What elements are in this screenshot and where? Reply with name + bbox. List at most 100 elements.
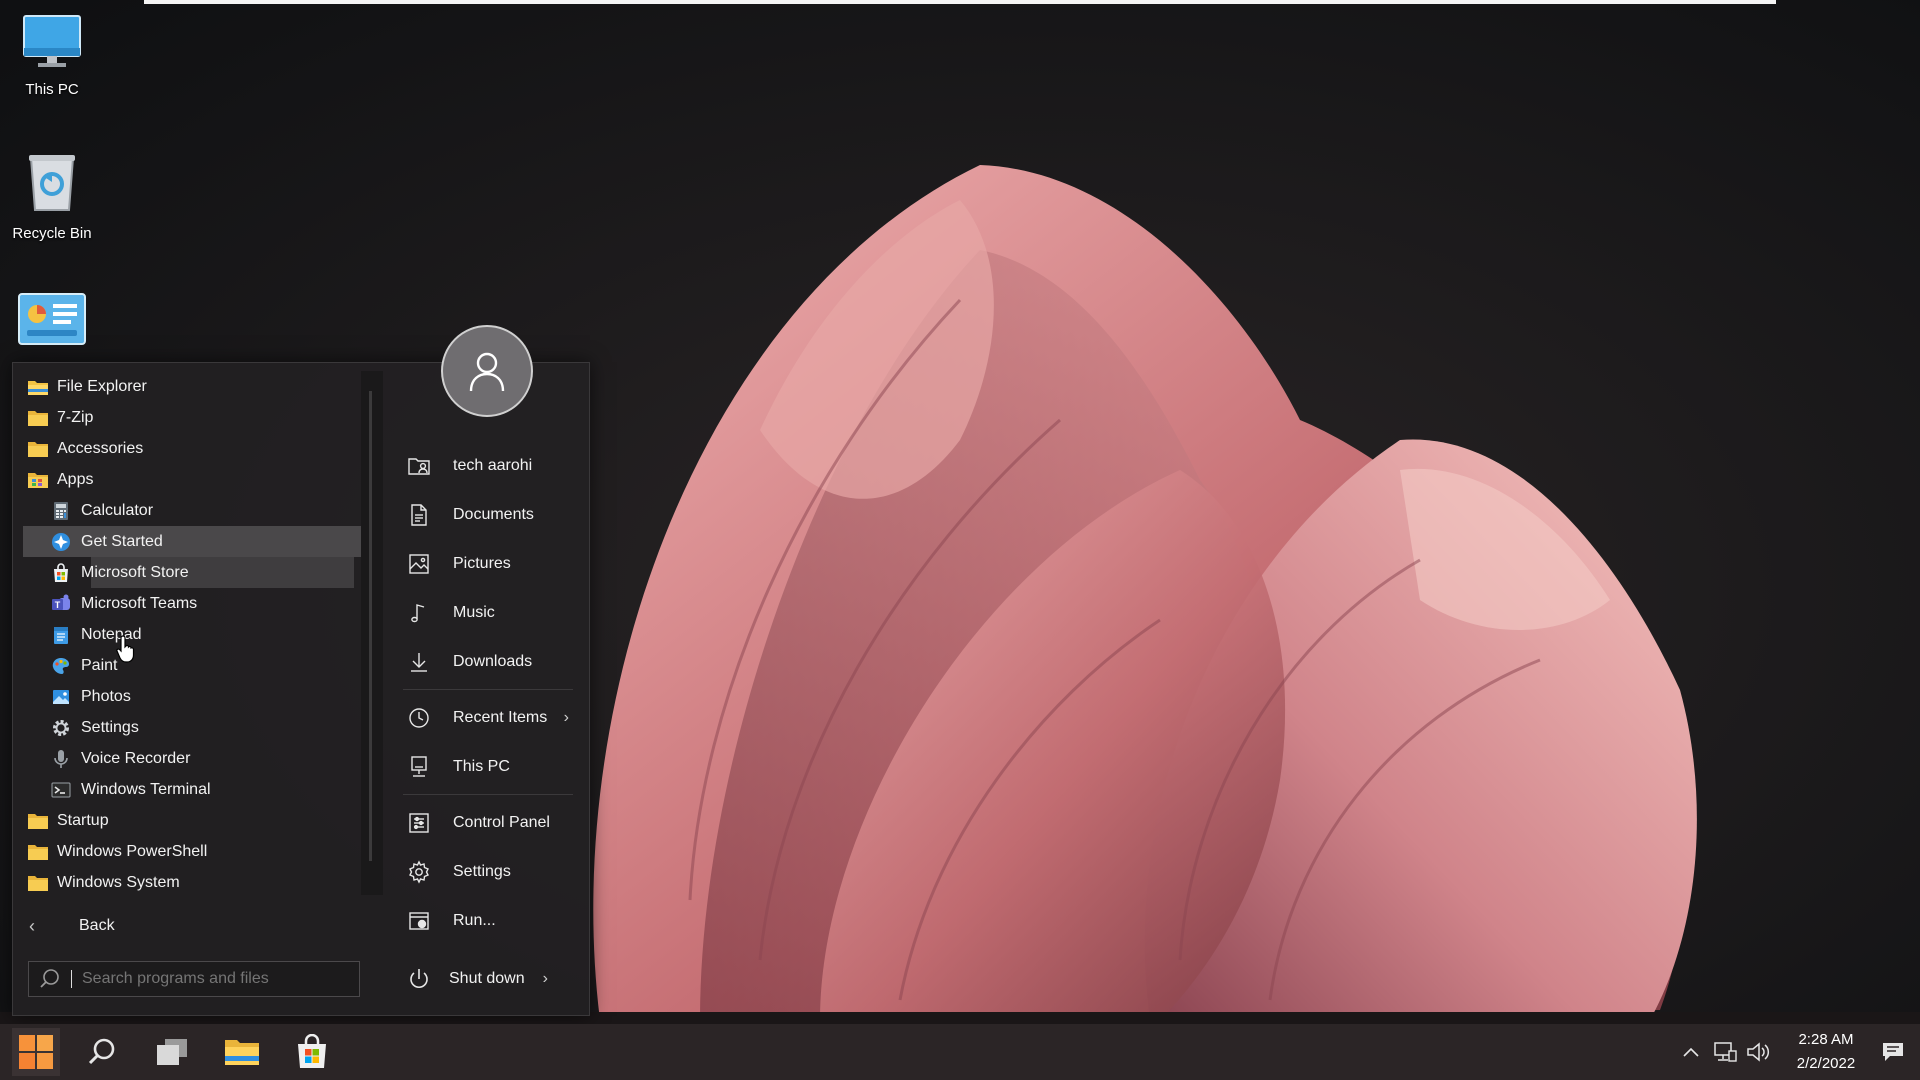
program-label: Settings xyxy=(81,718,139,736)
place-control-panel[interactable]: Control Panel xyxy=(393,798,583,847)
program-photos[interactable]: Photos xyxy=(13,681,358,712)
program-accessories-folder[interactable]: Accessories xyxy=(13,433,358,464)
taskbar: 2:28 AM 2/2/2022 xyxy=(0,1024,1920,1080)
clock-icon xyxy=(407,706,431,730)
chevron-right-icon[interactable]: › xyxy=(543,970,548,988)
search-programs-box[interactable] xyxy=(28,961,360,997)
taskbar-search-button[interactable] xyxy=(74,1024,130,1080)
program-label: Microsoft Teams xyxy=(81,594,198,612)
program-label: Voice Recorder xyxy=(81,749,191,767)
place-settings[interactable]: Settings xyxy=(393,847,583,896)
top-white-bar xyxy=(144,0,1776,4)
desktop-icon-control-panel[interactable] xyxy=(0,292,104,351)
chevron-up-icon xyxy=(1683,1047,1699,1057)
place-label: Recent Items xyxy=(453,708,548,726)
notepad-icon xyxy=(51,625,73,645)
scrollbar-thumb[interactable] xyxy=(369,391,372,861)
program-label: Windows PowerShell xyxy=(57,842,208,860)
shutdown-label: Shut down xyxy=(449,970,525,987)
desktop-icon-label: Recycle Bin xyxy=(12,225,92,242)
place-downloads[interactable]: Downloads xyxy=(393,637,583,686)
programs-scrollbar[interactable] xyxy=(361,371,383,895)
place-run[interactable]: Run... xyxy=(393,896,583,945)
program-microsoft-teams[interactable]: T Microsoft Teams xyxy=(13,588,358,619)
program-voice-recorder[interactable]: Voice Recorder xyxy=(13,743,358,774)
microphone-icon xyxy=(51,749,73,769)
notification-center-button[interactable] xyxy=(1866,1041,1920,1063)
show-hidden-icons-button[interactable] xyxy=(1674,1046,1708,1058)
calculator-icon xyxy=(51,501,73,521)
desktop-icon-this-pc[interactable]: This PC xyxy=(0,14,104,98)
taskbar-store[interactable] xyxy=(284,1024,340,1080)
program-notepad[interactable]: Notepad xyxy=(13,619,358,650)
control-panel-icon xyxy=(407,811,431,835)
system-tray: 2:28 AM 2/2/2022 xyxy=(1674,1024,1920,1080)
folder-icon xyxy=(27,842,49,862)
programs-list: File Explorer 7-Zip Accessories Apps Cal… xyxy=(13,371,377,898)
search-icon xyxy=(88,1038,115,1065)
program-apps-folder[interactable]: Apps xyxy=(13,464,358,495)
place-user-folder[interactable]: tech aarohi xyxy=(393,441,583,490)
back-button[interactable]: ‹ Back xyxy=(29,911,115,941)
network-button[interactable] xyxy=(1708,1041,1742,1063)
store-icon xyxy=(298,1034,326,1068)
get-started-icon xyxy=(51,532,73,552)
place-label: Downloads xyxy=(453,652,533,670)
user-avatar[interactable] xyxy=(441,325,533,417)
program-get-started[interactable]: Get Started xyxy=(23,526,377,557)
clock[interactable]: 2:28 AM 2/2/2022 xyxy=(1786,1028,1866,1076)
program-microsoft-store[interactable]: Microsoft Store xyxy=(13,557,354,588)
place-music[interactable]: Music xyxy=(393,588,583,637)
settings-gear-icon xyxy=(407,859,431,884)
places-list: tech aarohi Documents Pictures Music Dow… xyxy=(393,441,583,945)
user-icon xyxy=(469,352,505,392)
place-label: Pictures xyxy=(453,554,511,572)
computer-icon xyxy=(407,755,431,779)
program-windows-terminal[interactable]: Windows Terminal xyxy=(13,774,358,805)
text-caret xyxy=(71,970,72,988)
program-file-explorer[interactable]: File Explorer xyxy=(13,371,358,402)
folder-icon xyxy=(27,408,49,428)
paint-icon xyxy=(51,656,73,676)
start-menu: File Explorer 7-Zip Accessories Apps Cal… xyxy=(12,325,590,1016)
program-windows-system-folder[interactable]: Windows System xyxy=(13,867,358,898)
clock-date: 2/2/2022 xyxy=(1796,1055,1856,1072)
settings-gear-icon xyxy=(51,718,73,738)
place-label: Music xyxy=(453,603,495,621)
program-label: Accessories xyxy=(57,439,144,457)
program-label: Windows Terminal xyxy=(81,780,211,798)
place-label: Settings xyxy=(453,862,511,880)
place-this-pc[interactable]: This PC xyxy=(393,742,583,791)
download-icon xyxy=(407,650,431,674)
place-label: Documents xyxy=(453,505,534,523)
task-view-button[interactable] xyxy=(144,1024,200,1080)
place-documents[interactable]: Documents xyxy=(393,490,583,539)
clock-time: 2:28 AM xyxy=(1798,1031,1854,1048)
program-label: Startup xyxy=(57,811,109,829)
program-7zip-folder[interactable]: 7-Zip xyxy=(13,402,358,433)
program-windows-powershell-folder[interactable]: Windows PowerShell xyxy=(13,836,358,867)
folder-icon xyxy=(27,439,49,459)
chevron-left-icon: ‹ xyxy=(29,915,35,936)
monitor-icon xyxy=(23,15,81,67)
network-icon xyxy=(1714,1042,1737,1062)
program-calculator[interactable]: Calculator xyxy=(13,495,358,526)
recycle-bin-icon xyxy=(29,155,75,211)
place-pictures[interactable]: Pictures xyxy=(393,539,583,588)
program-settings[interactable]: Settings xyxy=(13,712,358,743)
shutdown-button[interactable]: Shut down › xyxy=(393,961,548,997)
program-paint[interactable]: Paint xyxy=(13,650,358,681)
volume-button[interactable] xyxy=(1742,1041,1776,1063)
start-button[interactable] xyxy=(12,1028,60,1076)
run-icon xyxy=(407,909,431,933)
desktop-icon-label: This PC xyxy=(25,81,79,98)
program-label: Photos xyxy=(81,687,131,705)
program-startup-folder[interactable]: Startup xyxy=(13,805,358,836)
search-input[interactable] xyxy=(80,969,354,989)
back-label: Back xyxy=(79,917,115,934)
program-label: Windows System xyxy=(57,873,180,891)
place-recent-items[interactable]: Recent Items › xyxy=(393,693,583,742)
desktop-icon-recycle-bin[interactable]: Recycle Bin xyxy=(0,152,104,242)
photos-icon xyxy=(51,687,73,707)
taskbar-file-explorer[interactable] xyxy=(214,1024,270,1080)
